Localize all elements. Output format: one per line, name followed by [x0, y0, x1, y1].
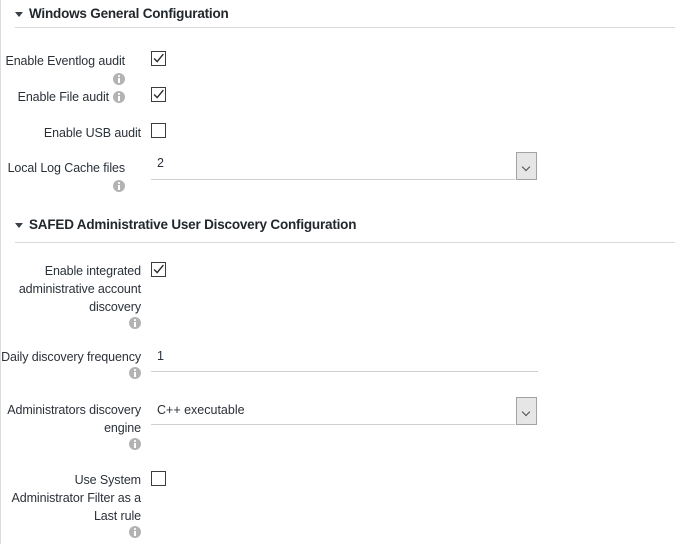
info-icon-enable-file-audit[interactable] [113, 91, 125, 103]
label-text-enable-file-audit: Enable File audit [17, 90, 110, 104]
label-line-3: discovery [89, 300, 141, 314]
label-enable-integrated-admin-account-discovery: Enable integrated administrative account… [1, 262, 141, 334]
settings-form-page: Windows General Configuration Enable Eve… [0, 0, 688, 544]
select-toggle-administrators-discovery-engine[interactable] [516, 397, 537, 425]
label-line-2: administrative account [18, 282, 141, 296]
label-line-3: Last rule [93, 509, 141, 523]
chevron-down-icon [522, 164, 531, 169]
label-text-enable-usb-audit: Enable USB audit [43, 126, 141, 140]
info-icon-administrators-discovery-engine[interactable] [129, 438, 141, 450]
label-use-system-administrator-filter-as-last-rule: Use System Administrator Filter as a Las… [1, 471, 141, 543]
info-icon-daily-discovery-frequency[interactable] [129, 367, 141, 379]
label-line-1: Enable integrated [44, 264, 141, 278]
label-line-1: Use System [74, 473, 141, 487]
info-icon-row [1, 316, 141, 334]
caret-down-icon [15, 223, 23, 228]
checkbox-enable-eventlog-audit[interactable] [151, 51, 166, 66]
section-header-windows-general[interactable]: Windows General Configuration [15, 6, 229, 21]
select-local-log-cache-files[interactable]: 2 [151, 155, 515, 180]
section-header-safed-admin-discovery[interactable]: SAFED Administrative User Discovery Conf… [15, 217, 356, 232]
field-underline-daily-discovery-frequency [151, 371, 538, 372]
input-value-daily-discovery-frequency: 1 [157, 349, 164, 363]
section-title-safed-admin-discovery: SAFED Administrative User Discovery Conf… [29, 217, 357, 232]
label-line-1: Daily discovery frequency [1, 350, 141, 364]
label-text-enable-eventlog-audit: Enable Eventlog audit [5, 54, 125, 68]
label-text-local-log-cache-files: Local Log Cache files [7, 161, 126, 175]
label-line-2: Administrator Filter as a [11, 491, 142, 505]
label-line-2: engine [104, 421, 141, 435]
label-enable-eventlog-audit: Enable Eventlog audit [1, 52, 125, 88]
info-icon-use-system-administrator-filter-as-last-rule[interactable] [129, 526, 141, 538]
info-icon-local-log-cache-files[interactable] [113, 180, 125, 192]
input-daily-discovery-frequency[interactable]: 1 [151, 348, 538, 372]
select-administrators-discovery-engine[interactable]: C++ executable [151, 402, 515, 425]
label-line-1: Administrators discovery [7, 403, 141, 417]
select-value-local-log-cache-files: 2 [157, 156, 164, 170]
checkbox-use-system-administrator-filter-as-last-rule[interactable] [151, 471, 166, 486]
section-divider-windows-general [15, 27, 675, 28]
info-icon-row [1, 437, 141, 455]
field-underline-local-log-cache-files [151, 179, 515, 180]
field-underline-administrators-discovery-engine [151, 424, 515, 425]
info-icon-enable-eventlog-audit[interactable] [113, 73, 125, 85]
chevron-down-icon [522, 409, 531, 414]
label-administrators-discovery-engine: Administrators discovery engine [1, 401, 141, 455]
checkbox-enable-usb-audit[interactable] [151, 123, 166, 138]
checkbox-enable-integrated-admin-account-discovery[interactable] [151, 262, 166, 277]
checkbox-enable-file-audit[interactable] [151, 87, 166, 102]
section-title-windows-general: Windows General Configuration [29, 6, 229, 21]
info-icon-row [1, 366, 141, 384]
info-icon-row [1, 525, 141, 543]
select-toggle-local-log-cache-files[interactable] [516, 152, 537, 180]
select-value-administrators-discovery-engine: C++ executable [157, 403, 245, 417]
label-local-log-cache-files: Local Log Cache files [1, 159, 125, 195]
label-daily-discovery-frequency: Daily discovery frequency [1, 348, 141, 384]
info-icon-enable-integrated-admin-account-discovery[interactable] [129, 317, 141, 329]
label-enable-usb-audit: Enable USB audit [1, 124, 141, 142]
caret-down-icon [15, 12, 23, 17]
section-divider-safed-admin-discovery [15, 242, 675, 243]
label-enable-file-audit: Enable File audit [1, 88, 125, 106]
